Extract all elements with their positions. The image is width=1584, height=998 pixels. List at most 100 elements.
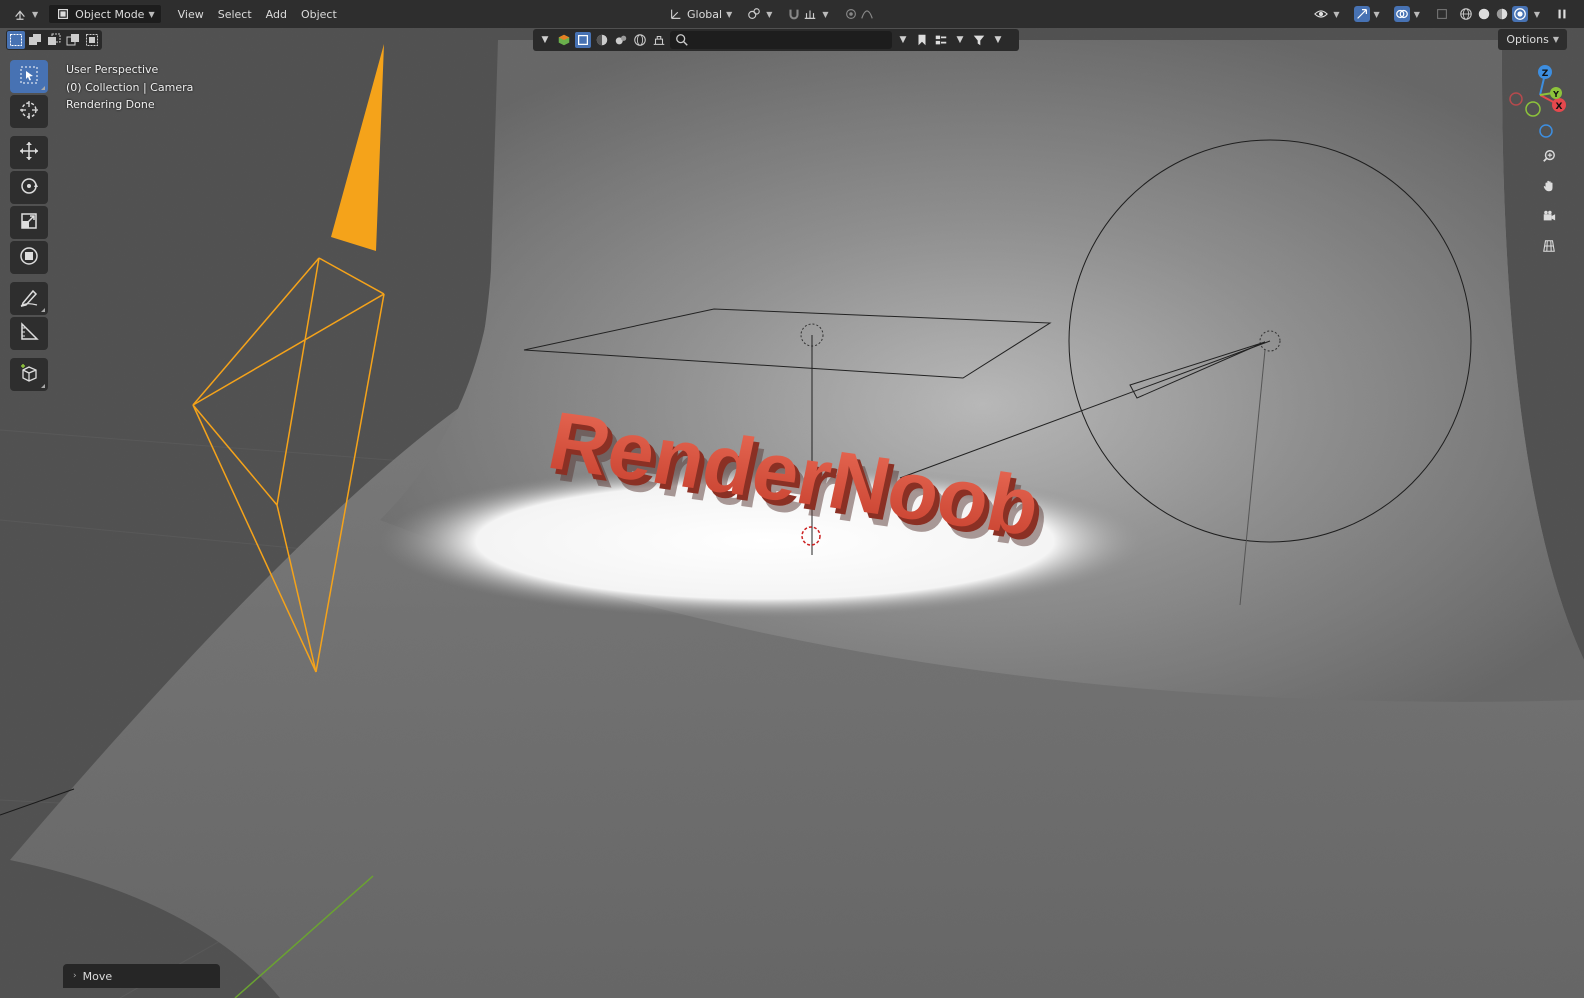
chevron-down-icon: ▼ [148, 9, 155, 19]
pause-render-button[interactable] [1548, 4, 1576, 24]
list-view-icon[interactable] [933, 32, 949, 48]
menu-add[interactable]: Add [260, 4, 293, 24]
magnet-icon [786, 6, 802, 22]
scale-icon [18, 210, 40, 235]
select-box-icon [18, 64, 40, 89]
overlays-icon [1393, 6, 1410, 22]
scene-icon[interactable] [651, 32, 667, 48]
world-icon[interactable] [632, 32, 648, 48]
chevron-down-icon[interactable]: ▼ [895, 32, 911, 48]
xray-toggle[interactable] [1428, 4, 1456, 24]
xray-icon [1434, 6, 1450, 22]
zoom-icon [1541, 148, 1557, 164]
chevron-down-icon[interactable]: ▼ [1534, 10, 1540, 19]
collection-label: (0) Collection | Camera [66, 80, 194, 94]
selection-mode-buttons [6, 30, 102, 50]
add-cube-tool[interactable] [10, 358, 48, 391]
shading-modes: ▼ [1458, 6, 1540, 22]
transform-icon [18, 245, 40, 270]
render-disable-icon[interactable] [613, 32, 629, 48]
filter-icon[interactable] [971, 32, 987, 48]
rotate-tool[interactable] [10, 171, 48, 204]
chevron-down-icon[interactable]: ▼ [952, 32, 968, 48]
solid-shading-icon[interactable] [1476, 6, 1492, 22]
transform-tool[interactable] [10, 241, 48, 274]
orientation-label: Global [687, 7, 723, 21]
chevron-right-icon: › [73, 971, 77, 981]
filter-toolbar: ▼ ▼ ▼ ▼ [533, 29, 1019, 51]
falloff-curve-icon [859, 6, 875, 22]
select-intersect-icon[interactable] [83, 31, 101, 49]
visibility-selector[interactable]: ▼ [1307, 4, 1345, 24]
menu-object[interactable]: Object [295, 4, 343, 24]
pan-button[interactable] [1535, 172, 1563, 200]
options-button[interactable]: Options ▼ [1498, 29, 1567, 50]
overlays-toggle[interactable]: ▼ [1388, 4, 1426, 24]
rotate-icon [18, 175, 40, 200]
axis-gizmo[interactable]: Z X Y [1494, 58, 1584, 148]
select-invert-icon[interactable] [64, 31, 82, 49]
object-mode-icon [55, 6, 71, 22]
3d-viewport[interactable]: RenderNoob RenderNoob RenderNoob [0, 0, 1584, 998]
pivot-point-button[interactable]: ▼ [740, 4, 778, 24]
select-extend-icon[interactable] [26, 31, 44, 49]
pivot-icon [746, 6, 762, 22]
hand-pan-icon [1541, 178, 1557, 194]
chevron-down-icon[interactable]: ▼ [990, 32, 1006, 48]
bookmark-icon[interactable] [914, 32, 930, 48]
snap-increment-icon [802, 6, 818, 22]
last-operator-panel[interactable]: › Move [63, 964, 220, 988]
pause-icon [1554, 6, 1570, 22]
rendered-shading-icon[interactable] [1511, 6, 1528, 22]
proportional-editing-toggle[interactable] [837, 4, 881, 24]
cursor-icon [18, 99, 40, 124]
chevron-down-icon: ▼ [1333, 9, 1340, 19]
menu-view[interactable]: View [172, 4, 210, 24]
chevron-down-icon: ▼ [766, 9, 773, 19]
chevron-down-icon: ▼ [726, 9, 733, 19]
viewport-info: User Perspective (0) Collection | Camera… [66, 61, 193, 114]
chevron-down-icon[interactable]: ▼ [537, 32, 553, 48]
annotate-icon [18, 286, 40, 311]
annotate-tool[interactable] [10, 282, 48, 315]
z-axis-label: Z [1542, 69, 1549, 79]
select-box-tool[interactable] [10, 60, 48, 93]
restrict-select-icon[interactable] [575, 32, 591, 48]
select-new-icon[interactable] [7, 31, 25, 49]
y-axis-label: Y [1552, 90, 1559, 99]
camera-view-icon [1541, 208, 1557, 224]
measure-icon [18, 321, 40, 346]
gizmo-icon [1353, 6, 1370, 22]
move-icon [18, 140, 40, 165]
gizmo-toggle[interactable]: ▼ [1348, 4, 1386, 24]
cursor-tool[interactable] [10, 95, 48, 128]
move-tool[interactable] [10, 136, 48, 169]
wireframe-shading-icon[interactable] [1458, 6, 1474, 22]
chevron-down-icon: ▼ [1413, 9, 1420, 19]
transform-orientation-selector[interactable]: Global ▼ [662, 4, 738, 24]
viewport-header: ▼ Object Mode ▼ View Select Add Object G… [0, 0, 1584, 28]
snap-toggle[interactable]: ▼ [780, 4, 834, 24]
search-input[interactable] [670, 31, 892, 49]
eye-icon [1313, 6, 1329, 22]
editor-type-button[interactable]: ▼ [6, 4, 44, 24]
operator-label: Move [82, 969, 113, 983]
measure-tool[interactable] [10, 317, 48, 350]
scene-render: RenderNoob RenderNoob RenderNoob [0, 0, 1584, 998]
zoom-button[interactable] [1535, 142, 1563, 170]
select-subtract-icon[interactable] [45, 31, 63, 49]
chevron-down-icon: ▼ [32, 9, 39, 19]
viewport-disable-icon[interactable] [594, 32, 610, 48]
object-type-icon[interactable] [556, 32, 572, 48]
grid-ortho-icon [1541, 238, 1557, 254]
orientation-icon [668, 6, 684, 22]
material-shading-icon[interactable] [1494, 6, 1510, 22]
ortho-toggle-button[interactable] [1535, 232, 1563, 260]
chevron-down-icon: ▼ [1373, 9, 1380, 19]
mode-selector[interactable]: Object Mode ▼ [48, 4, 162, 24]
camera-view-button[interactable] [1535, 202, 1563, 230]
scale-tool[interactable] [10, 206, 48, 239]
editor-type-icon [12, 6, 28, 22]
proportional-icon [843, 6, 859, 22]
menu-select[interactable]: Select [212, 4, 258, 24]
